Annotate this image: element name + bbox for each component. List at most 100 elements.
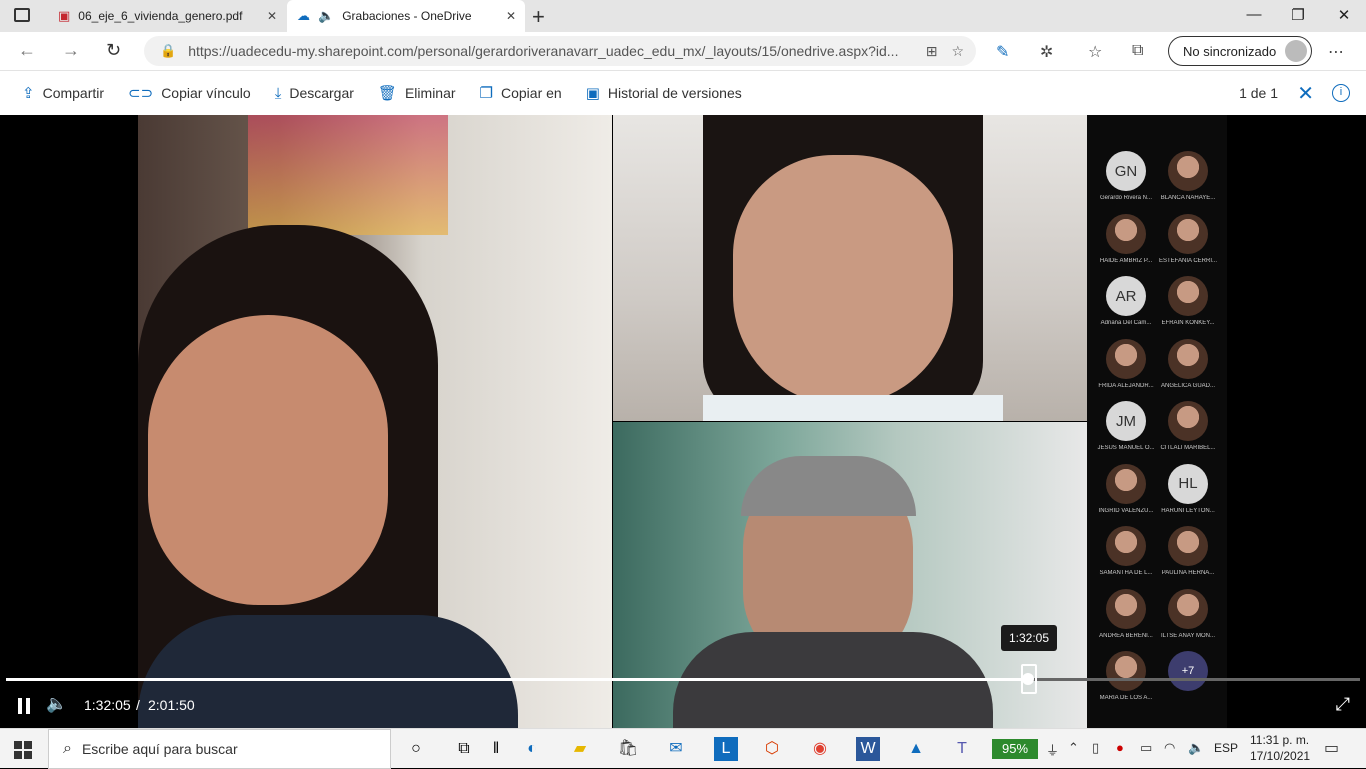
person-clothing: [703, 395, 1003, 421]
copy-link-button[interactable]: ⊂⊃ Copiar vínculo: [128, 84, 251, 102]
store-icon[interactable]: 🛍: [616, 737, 640, 761]
file-explorer-icon[interactable]: ▰: [568, 737, 592, 761]
camera-icon[interactable]: ●: [1116, 740, 1124, 755]
participant-name: INGRID VALENZU...: [1098, 507, 1154, 514]
page-counter: 1 de 1: [1239, 85, 1278, 101]
taskbar-search[interactable]: ⌕ Escribe aquí para buscar: [48, 729, 391, 769]
address-bar: ← → ↻ 🔒 https://uadecedu-my.sharepoint.c…: [0, 32, 1366, 71]
tab-label: Grabaciones - OneDrive: [342, 9, 472, 23]
participant-item[interactable]: +7: [1157, 651, 1219, 691]
windows-start-icon[interactable]: [14, 741, 32, 759]
url-field[interactable]: 🔒 https://uadecedu-my.sharepoint.com/per…: [144, 36, 976, 66]
seek-bar[interactable]: [6, 678, 1360, 681]
refresh-icon[interactable]: ↻: [106, 40, 121, 61]
more-icon[interactable]: ⋯: [1328, 42, 1344, 62]
participant-item[interactable]: INGRID VALENZU...: [1095, 463, 1157, 514]
close-tab-icon[interactable]: ✕: [258, 9, 286, 23]
participant-item[interactable]: ESTEFANIA CERRI...: [1157, 213, 1219, 264]
search-icon: ⌕: [63, 740, 72, 757]
office-icon[interactable]: ⬡: [760, 737, 784, 761]
participant-item[interactable]: SAMANTHA DE L...: [1095, 526, 1157, 576]
favorites-icon[interactable]: ☆: [1088, 42, 1102, 62]
volume-icon[interactable]: 🔈: [1188, 740, 1204, 756]
pen-icon[interactable]: ✎: [996, 42, 1009, 62]
language-indicator[interactable]: ESP: [1214, 741, 1238, 755]
participant-item[interactable]: HAIDE AMBRIZ P...: [1095, 213, 1157, 264]
battery-icon[interactable]: ▭: [1140, 740, 1152, 756]
share-icon: ⇪: [22, 85, 35, 102]
current-time: 1:32:05: [84, 697, 131, 713]
participant-avatar: [1168, 526, 1208, 566]
volume-icon[interactable]: 🔈: [46, 694, 67, 714]
speaker-icon[interactable]: 🔈: [318, 8, 334, 24]
mail-icon[interactable]: ✉: [664, 737, 688, 761]
clock[interactable]: 11:31 p. m. 17/10/2021: [1250, 732, 1310, 764]
maximize-icon[interactable]: ❐: [1278, 6, 1318, 24]
collections-icon[interactable]: ⧉: [1132, 42, 1143, 60]
participant-item[interactable]: CITLALI MARIBEL...: [1157, 401, 1219, 451]
version-history-label: Historial de versiones: [607, 85, 742, 101]
app-icon[interactable]: ⊞: [926, 43, 938, 60]
share-button[interactable]: ⇪ Compartir: [22, 84, 104, 102]
participant-item[interactable]: FRIDA ALEJANDR...: [1095, 338, 1157, 389]
device-icon[interactable]: ▯: [1092, 740, 1099, 756]
participant-item[interactable]: HL HARUNI LEYTON...: [1157, 463, 1219, 514]
tab-onedrive[interactable]: ☁ 🔈 Grabaciones - OneDrive ✕: [287, 0, 525, 32]
person-face: [148, 315, 388, 605]
cortana-icon[interactable]: ○: [404, 737, 428, 761]
participant-item[interactable]: AR Adriana Del Cam...: [1095, 276, 1157, 326]
pause-icon[interactable]: [16, 697, 34, 715]
power-plug-icon[interactable]: ⏚: [1046, 740, 1059, 759]
tab-pdf[interactable]: ▣ 06_eje_6_vivienda_genero.pdf ✕: [48, 0, 286, 32]
participant-name: ANGELICA GUAD...: [1160, 382, 1215, 389]
participant-item[interactable]: ILTSE ANAY MON...: [1157, 588, 1219, 639]
close-tab-icon[interactable]: ✕: [497, 9, 525, 23]
minimize-icon[interactable]: —: [1234, 6, 1274, 23]
chrome-icon[interactable]: ◉: [808, 737, 832, 761]
tab-actions-icon[interactable]: [14, 8, 30, 22]
participant-name: ILTSE ANAY MON...: [1160, 632, 1215, 639]
participant-item[interactable]: JM JESUS MANUEL O...: [1095, 401, 1157, 451]
participant-item[interactable]: EFRAIN KONKEY...: [1157, 276, 1219, 326]
participant-item[interactable]: PAULINA HERNA...: [1157, 526, 1219, 576]
video-player[interactable]: GN Gerardo Rivera N... BLANCA NAHAYE... HAI…: [0, 115, 1366, 728]
seek-bar-played: [6, 678, 1029, 681]
close-icon[interactable]: ✕: [1297, 81, 1314, 106]
notifications-icon[interactable]: ▭: [1324, 738, 1339, 758]
info-icon[interactable]: i: [1332, 84, 1350, 102]
back-icon[interactable]: ←: [18, 40, 36, 61]
copy-to-button[interactable]: ❐ Copiar en: [480, 84, 562, 102]
edge-icon[interactable]: ◐: [520, 737, 544, 761]
photos-icon[interactable]: ▲: [904, 737, 928, 761]
battery-indicator[interactable]: 95%: [992, 739, 1038, 759]
wifi-icon[interactable]: ◠: [1164, 740, 1175, 756]
participant-item[interactable]: GN Gerardo Rivera N...: [1095, 151, 1157, 201]
participant-item[interactable]: BLANCA NAHAYE...: [1157, 151, 1219, 201]
new-tab-icon[interactable]: +: [532, 4, 545, 30]
version-history-button[interactable]: ▣ Historial de versiones: [586, 84, 742, 102]
participant-item[interactable]: ANDREA BERENI...: [1095, 588, 1157, 639]
app-l-icon[interactable]: L: [714, 737, 738, 761]
participant-item[interactable]: ANGELICA GUAD...: [1157, 338, 1219, 389]
word-icon[interactable]: W: [856, 737, 880, 761]
lock-icon[interactable]: 🔒: [160, 43, 176, 59]
copy-to-label: Copiar en: [501, 85, 562, 101]
seek-thumb[interactable]: [1022, 673, 1034, 685]
download-button[interactable]: ⤓ Descargar: [275, 85, 354, 102]
forward-icon[interactable]: →: [62, 40, 80, 61]
taskbar: ⌕ Escribe aquí para buscar ○ ⧉ ‖ ◐ ▰ 🛍 ✉…: [0, 728, 1366, 769]
participant-name: CITLALI MARIBEL...: [1160, 445, 1216, 451]
teams-icon[interactable]: T: [950, 737, 974, 761]
close-window-icon[interactable]: ✕: [1324, 6, 1364, 24]
extensions-icon[interactable]: ✲: [1040, 42, 1053, 62]
participant-avatar: [1106, 651, 1146, 691]
delete-button[interactable]: 🗑 Eliminar: [378, 84, 456, 102]
profile-button[interactable]: No sincronizado: [1168, 36, 1312, 66]
download-label: Descargar: [289, 85, 354, 101]
favorite-icon[interactable]: ☆: [951, 43, 964, 60]
fullscreen-icon[interactable]: ⤢: [1336, 694, 1350, 715]
task-view-icon[interactable]: ⧉: [452, 737, 476, 761]
avatar: [1285, 40, 1307, 62]
tab-bar: ▣ 06_eje_6_vivienda_genero.pdf ✕ ☁ 🔈 Gra…: [0, 0, 1366, 32]
chevron-up-icon[interactable]: ⌃: [1068, 740, 1079, 756]
